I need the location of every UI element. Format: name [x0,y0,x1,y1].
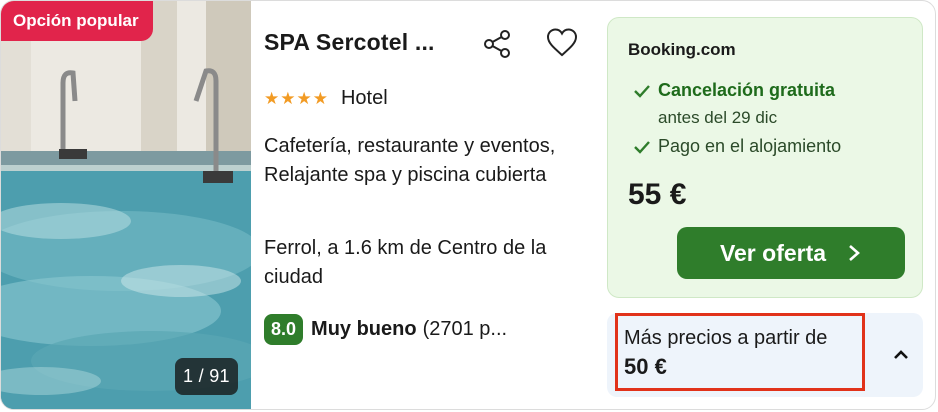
review-row[interactable]: 8.0 Muy bueno (2701 p... [264,314,507,345]
offer-price: 55 € [628,178,687,211]
popular-badge: Opción popular [1,1,153,41]
share-button[interactable] [481,27,515,61]
photo-counter: 1 / 91 [175,358,238,395]
favorite-button[interactable] [544,25,580,61]
score-badge: 8.0 [264,314,304,345]
score-label: Muy bueno [311,318,417,340]
more-prices-box[interactable]: Más precios a partir de 50 € [615,313,865,391]
check-icon [634,141,650,154]
share-icon [484,30,510,58]
view-offer-button[interactable]: Ver oferta [677,227,905,279]
hotel-name[interactable]: SPA Sercotel ... [264,29,435,56]
chevron-right-icon [849,245,861,261]
rating-row: ★★★★ Hotel [264,87,388,110]
star-rating: ★★★★ [264,88,329,108]
free-cancellation-label: Cancelación gratuita [658,80,836,100]
hotel-card: Opción popular 1 / 91 SPA Sercotel ... ★… [0,0,936,410]
pool-illustration [1,1,251,409]
offer-panel[interactable]: Booking.com Cancelación gratuita antes d… [607,17,923,298]
heart-icon [546,28,578,57]
location-text: Ferrol, a 1.6 km de Centro de la ciudad [264,237,547,288]
chevron-up-icon[interactable] [889,343,913,367]
free-cancellation: Cancelación gratuita [632,80,835,101]
more-prices-price: 50 € [624,354,667,379]
provider-name: Booking.com [628,40,736,59]
view-offer-label: Ver oferta [719,239,827,266]
check-icon [634,85,650,98]
cancellation-deadline: antes del 29 dic [658,108,778,127]
amenities-text: Cafetería, restaurante y eventos, Relaja… [264,135,556,186]
pay-at-property: Pago en el alojamiento [632,136,841,157]
more-prices-label: Más precios a partir de [624,327,828,349]
hotel-photo[interactable]: Opción popular 1 / 91 [1,1,251,409]
hotel-type: Hotel [340,87,388,109]
pay-at-property-label: Pago en el alojamiento [658,136,842,156]
review-count: (2701 p... [422,318,508,340]
more-prices-section[interactable]: Más precios a partir de 50 € [607,313,923,397]
